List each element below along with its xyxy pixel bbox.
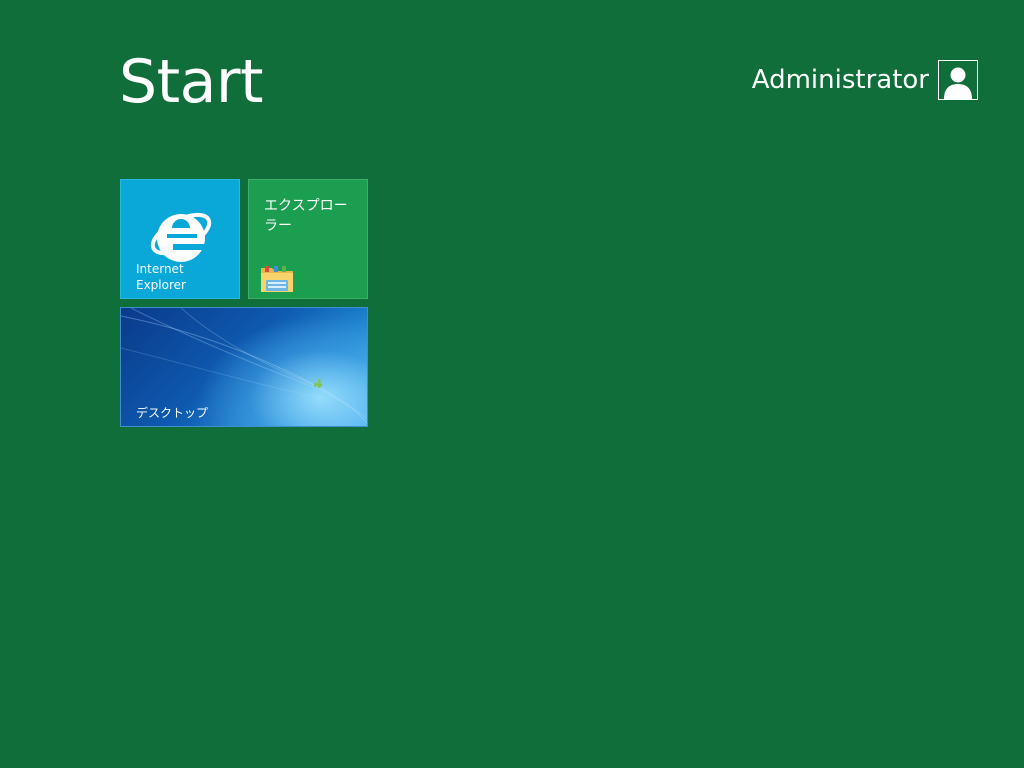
user-account-button[interactable]: Administrator <box>752 60 978 100</box>
internet-explorer-icon <box>150 212 212 262</box>
start-title: Start <box>119 47 264 117</box>
user-name: Administrator <box>751 65 929 95</box>
tile-desktop[interactable]: デスクトップ <box>120 307 368 427</box>
tile-file-explorer[interactable]: エクスプローラー <box>248 179 368 299</box>
tile-label: デスクトップ <box>136 406 209 420</box>
user-avatar-icon <box>938 60 978 100</box>
tile-internet-explorer[interactable]: Internet Explorer <box>120 179 240 299</box>
file-explorer-folder-icon <box>261 266 293 292</box>
tile-label: エクスプローラー <box>264 198 348 234</box>
tile-label: Internet Explorer <box>136 262 186 292</box>
